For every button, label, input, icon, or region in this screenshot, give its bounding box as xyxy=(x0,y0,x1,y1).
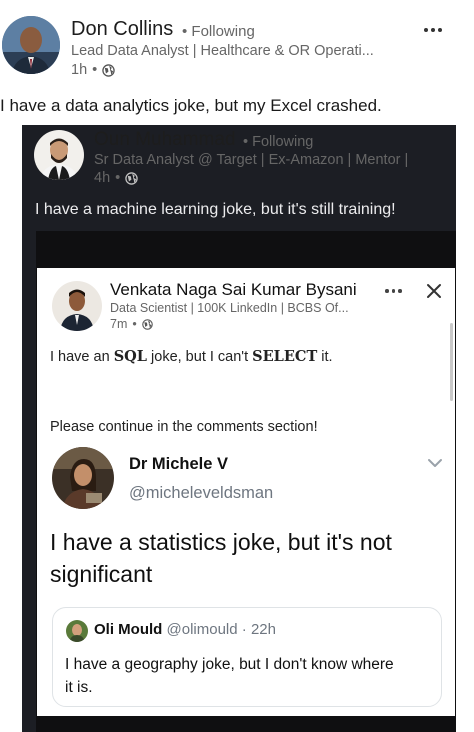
tweet-text: I have a statistics joke, but it's not s… xyxy=(50,529,392,587)
reshared-author-name[interactable]: Oun Muhammad xyxy=(94,129,236,151)
inner-text-part-2: joke, but I can't xyxy=(147,349,253,365)
inner-author-headline: Data Scientist | 100K LinkedIn | BCBS Of… xyxy=(110,301,349,315)
author-name[interactable]: Don Collins xyxy=(71,18,173,41)
post-text: I have a data analytics joke, but my Exc… xyxy=(0,96,382,115)
quoted-author-photo xyxy=(66,620,88,642)
reshared-post-text: I have a machine learning joke, but it's… xyxy=(35,201,396,218)
globe-icon xyxy=(125,171,138,185)
reshared-author-avatar[interactable] xyxy=(34,130,84,180)
scrollbar-thumb[interactable] xyxy=(450,323,453,401)
globe-icon xyxy=(102,63,115,77)
tweet-author-handle[interactable]: @micheleveldsman xyxy=(129,484,273,503)
reshared-author-headline: Sr Data Analyst @ Target | Ex-Amazon | M… xyxy=(94,152,409,168)
inner-text-part-3: it. xyxy=(317,349,333,365)
sql-word: SQL xyxy=(113,348,147,365)
inner-author-photo xyxy=(52,281,102,331)
tweet-author-name[interactable]: Dr Michele V xyxy=(129,455,228,474)
tweet-avatar[interactable] xyxy=(52,447,114,509)
quoted-tweet-avatar[interactable] xyxy=(66,620,88,642)
author-photo xyxy=(2,16,60,74)
continue-prompt: Please continue in the comments section! xyxy=(50,419,318,435)
inner-author-name[interactable]: Venkata Naga Sai Kumar Bysani xyxy=(110,280,357,300)
inner-author-avatar[interactable] xyxy=(52,281,102,331)
author-avatar[interactable] xyxy=(2,16,60,74)
reshared-author-photo xyxy=(34,130,84,180)
reshared-follow-status: • Following xyxy=(243,134,314,150)
post-time: 1h xyxy=(71,62,88,78)
quoted-author-handle[interactable]: @olimould xyxy=(167,621,238,638)
quoted-author-name[interactable]: Oli Mould xyxy=(94,621,162,638)
more-options-icon[interactable] xyxy=(424,28,442,32)
follow-status: • Following xyxy=(182,23,255,40)
inner-text-part-1: I have an xyxy=(50,349,114,365)
reshared-follow-status-label: Following xyxy=(252,134,314,150)
chevron-down-icon[interactable] xyxy=(427,456,443,468)
post-meta: 1h • xyxy=(71,62,115,78)
quoted-tweet-header: Oli Mould @olimould · 22h xyxy=(94,621,276,638)
reshared-post-time: 4h xyxy=(94,170,111,186)
inner-post-time: 7m xyxy=(110,317,128,331)
inner-more-options-icon[interactable] xyxy=(385,289,402,293)
select-word: SELECT xyxy=(252,348,318,365)
author-headline: Lead Data Analyst | Healthcare & OR Oper… xyxy=(71,43,374,59)
tweet-author-photo xyxy=(52,447,114,509)
globe-icon xyxy=(142,318,153,330)
follow-status-label: Following xyxy=(191,23,255,40)
inner-post-text: I have an SQL joke, but I can't SELECT i… xyxy=(50,348,333,365)
inner-post-meta: 7m • xyxy=(110,317,153,331)
quoted-tweet-time: 22h xyxy=(250,621,276,638)
reshared-post-meta: 4h • xyxy=(94,170,138,186)
close-icon[interactable] xyxy=(425,282,443,300)
quoted-tweet-text: I have a geography joke, but I don't kno… xyxy=(65,656,394,696)
